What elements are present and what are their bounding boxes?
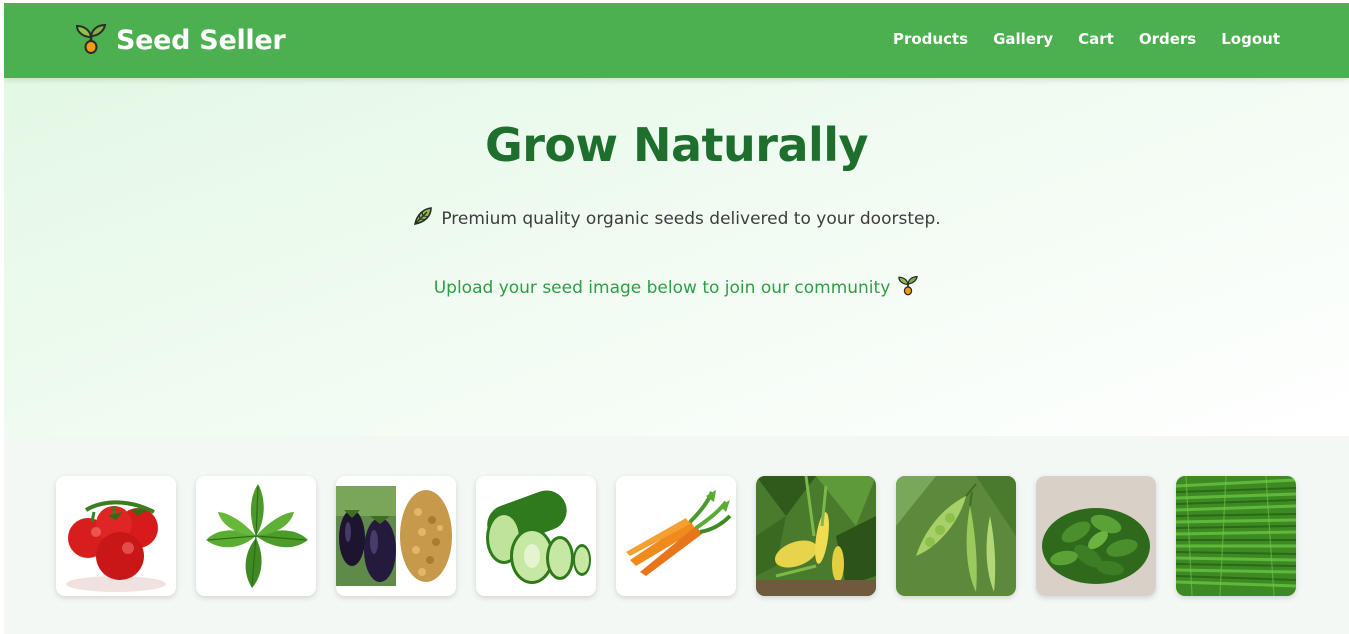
page: Seed Seller Products Gallery Cart Orders… [4,3,1349,634]
eggplant-seeds-image[interactable] [336,476,456,596]
navbar: Seed Seller Products Gallery Cart Orders… [4,3,1349,78]
hero-title: Grow Naturally [484,118,869,172]
seedling-icon [897,274,919,301]
nav-logout[interactable]: Logout [1221,30,1280,48]
hero-subtitle: Premium quality organic seeds delivered … [4,205,1349,232]
seed-gallery [4,436,1349,634]
brand-name: Seed Seller [116,24,286,56]
seedling-icon [74,21,108,59]
basil-image[interactable] [196,476,316,596]
herb-leaf-icon [412,205,434,232]
brand[interactable]: Seed Seller [74,21,286,59]
nav-links: Products Gallery Cart Orders Logout [893,30,1280,48]
nav-gallery[interactable]: Gallery [993,30,1053,48]
hero-cta: Upload your seed image below to join our… [4,274,1349,301]
zucchini-plant-image[interactable] [756,476,876,596]
carrot-image[interactable] [616,476,736,596]
tomato-image[interactable] [56,476,176,596]
cucumber-image[interactable] [476,476,596,596]
green-beans-image[interactable] [1176,476,1296,596]
nav-orders[interactable]: Orders [1139,30,1196,48]
hero-cta-text: Upload your seed image below to join our… [433,277,891,298]
hero-section: Grow Naturally Premium quality organic s… [4,78,1349,436]
green-leaves-image[interactable] [1036,476,1156,596]
pea-pods-image[interactable] [896,476,1016,596]
hero-subtitle-text: Premium quality organic seeds delivered … [441,208,941,229]
nav-products[interactable]: Products [893,30,968,48]
nav-cart[interactable]: Cart [1078,30,1114,48]
